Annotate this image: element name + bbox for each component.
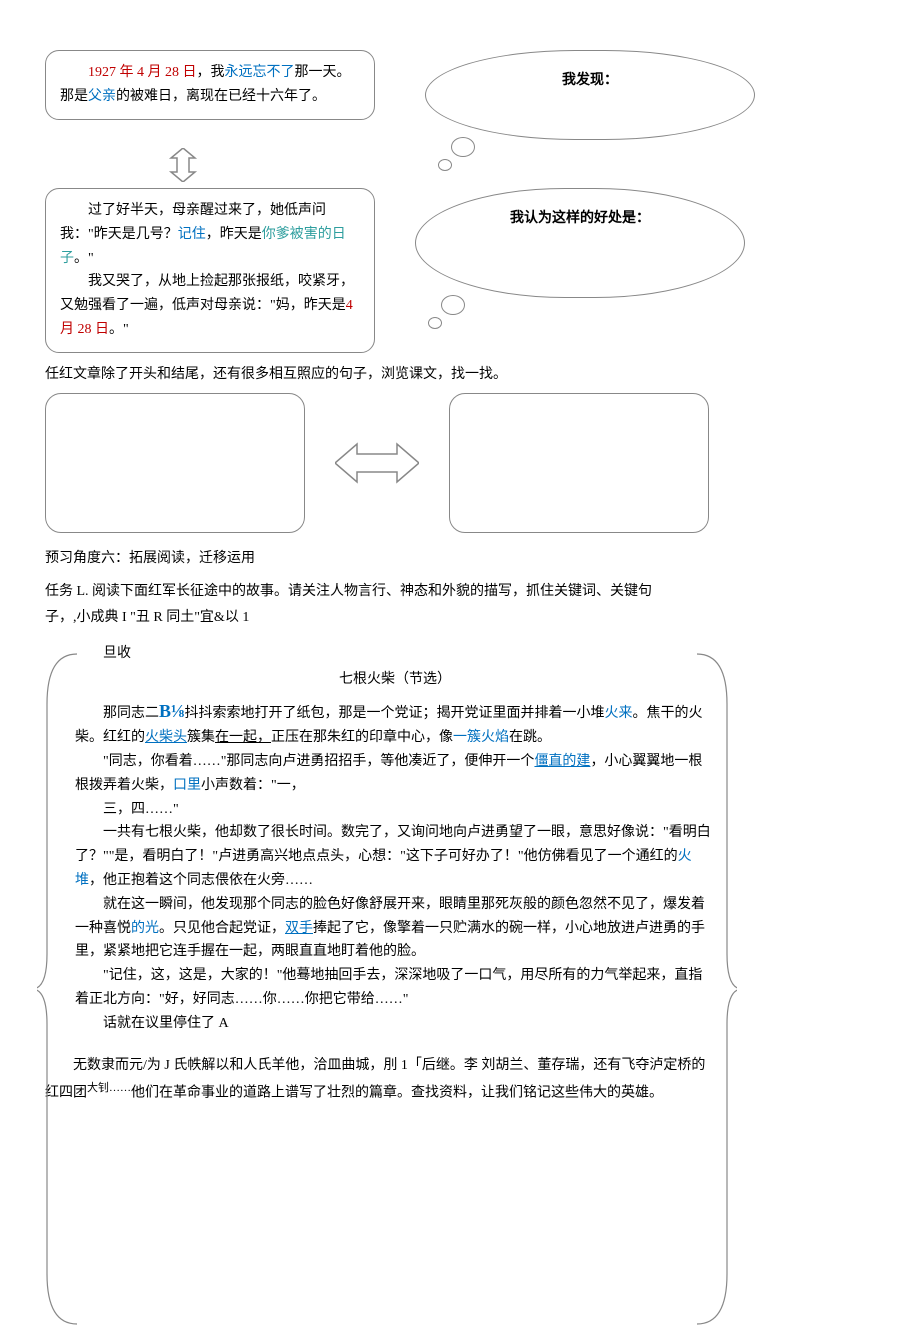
story-body: 旦收 七根火柴（节选） 那同志二B⅛抖抖索索地打开了纸包，那是一个党证；揭开党证… — [45, 636, 725, 1036]
blank-box-right — [449, 393, 709, 533]
story-p1: 那同志二B⅛抖抖索索地打开了纸包，那是一个党证；揭开党证里面并排着一小堆火来。焦… — [75, 696, 715, 750]
story-p6: 话就在议里停住了 A — [75, 1012, 715, 1036]
story-p2: "同志，你看着……"那同志向卢进勇招招手，等他凑近了，便伸开一个僵直的建，小心翼… — [75, 750, 715, 798]
instruction-1: 任红文章除了开头和结尾，还有很多相互照应的句子，浏览课文，找一找。 — [45, 363, 875, 387]
task-line-2: 子，,小成典 I "丑 R 同土"宜&以 1 — [45, 606, 875, 630]
phrase-blue-2: 父亲 — [88, 89, 116, 104]
story-p3: 一共有七根火柴，他却数了很长时间。数完了，又询问地向卢进勇望了一眼，意思好像说：… — [75, 821, 715, 892]
thought-bubble-1: 我发现： — [425, 50, 755, 140]
date-red: 1927 年 4 月 28 日 — [88, 65, 197, 80]
quote-box-1: 1927 年 4 月 28 日，我永远忘不了那一天。那是父亲的被难日，离现在已经… — [45, 50, 375, 120]
story-p5: "记住，这，这是，大家的！"他蓦地抽回手去，深深地吸了一口气，用尽所有的力气举起… — [75, 964, 715, 1012]
phrase-blue-1: 永远忘不了 — [225, 65, 295, 80]
story-p2b: 三，四……" — [75, 798, 715, 822]
quote-box-2: 过了好半天，母亲醒过来了，她低声问我："昨天是几号？记住，昨天是你爹被害的日子。… — [45, 188, 375, 353]
story-p4: 就在这一瞬间，他发现那个同志的脸色好像舒展开来，眼睛里那死灰般的颜色忽然不见了，… — [75, 893, 715, 964]
phrase-remember: 记住 — [178, 227, 206, 242]
closing-line-2: 红四团大钊……他们在革命事业的道路上谱写了壮烈的篇章。查找资料，让我们铭记这些伟… — [45, 1079, 875, 1105]
blank-box-left — [45, 393, 305, 533]
story-pre: 旦收 — [75, 642, 715, 666]
closing-line-1: 无数隶而元/为 J 氏帙解以和人氏羊他，洽皿曲城，刖 1「后继。李 刘胡兰、董存… — [45, 1054, 875, 1078]
horizontal-double-arrow-icon — [335, 438, 419, 488]
thought-1-label: 我发现： — [562, 73, 618, 88]
story-title: 七根火柴（节选） — [75, 668, 715, 692]
glyph-b18: B⅛ — [159, 701, 185, 721]
closing-insert: 大钊…… — [87, 1082, 131, 1094]
vertical-double-arrow-icon — [165, 148, 875, 182]
thought-bubble-2: 我认为这样的好处是： — [415, 188, 745, 298]
section-6-heading: 预习角度六：拓展阅读，迁移运用 — [45, 547, 875, 571]
thought-2-label: 我认为这样的好处是： — [510, 211, 650, 226]
task-line-1: 任务 L. 阅读下面红军长征途中的故事。请关注人物言行、神态和外貌的描写，抓住关… — [45, 580, 875, 604]
